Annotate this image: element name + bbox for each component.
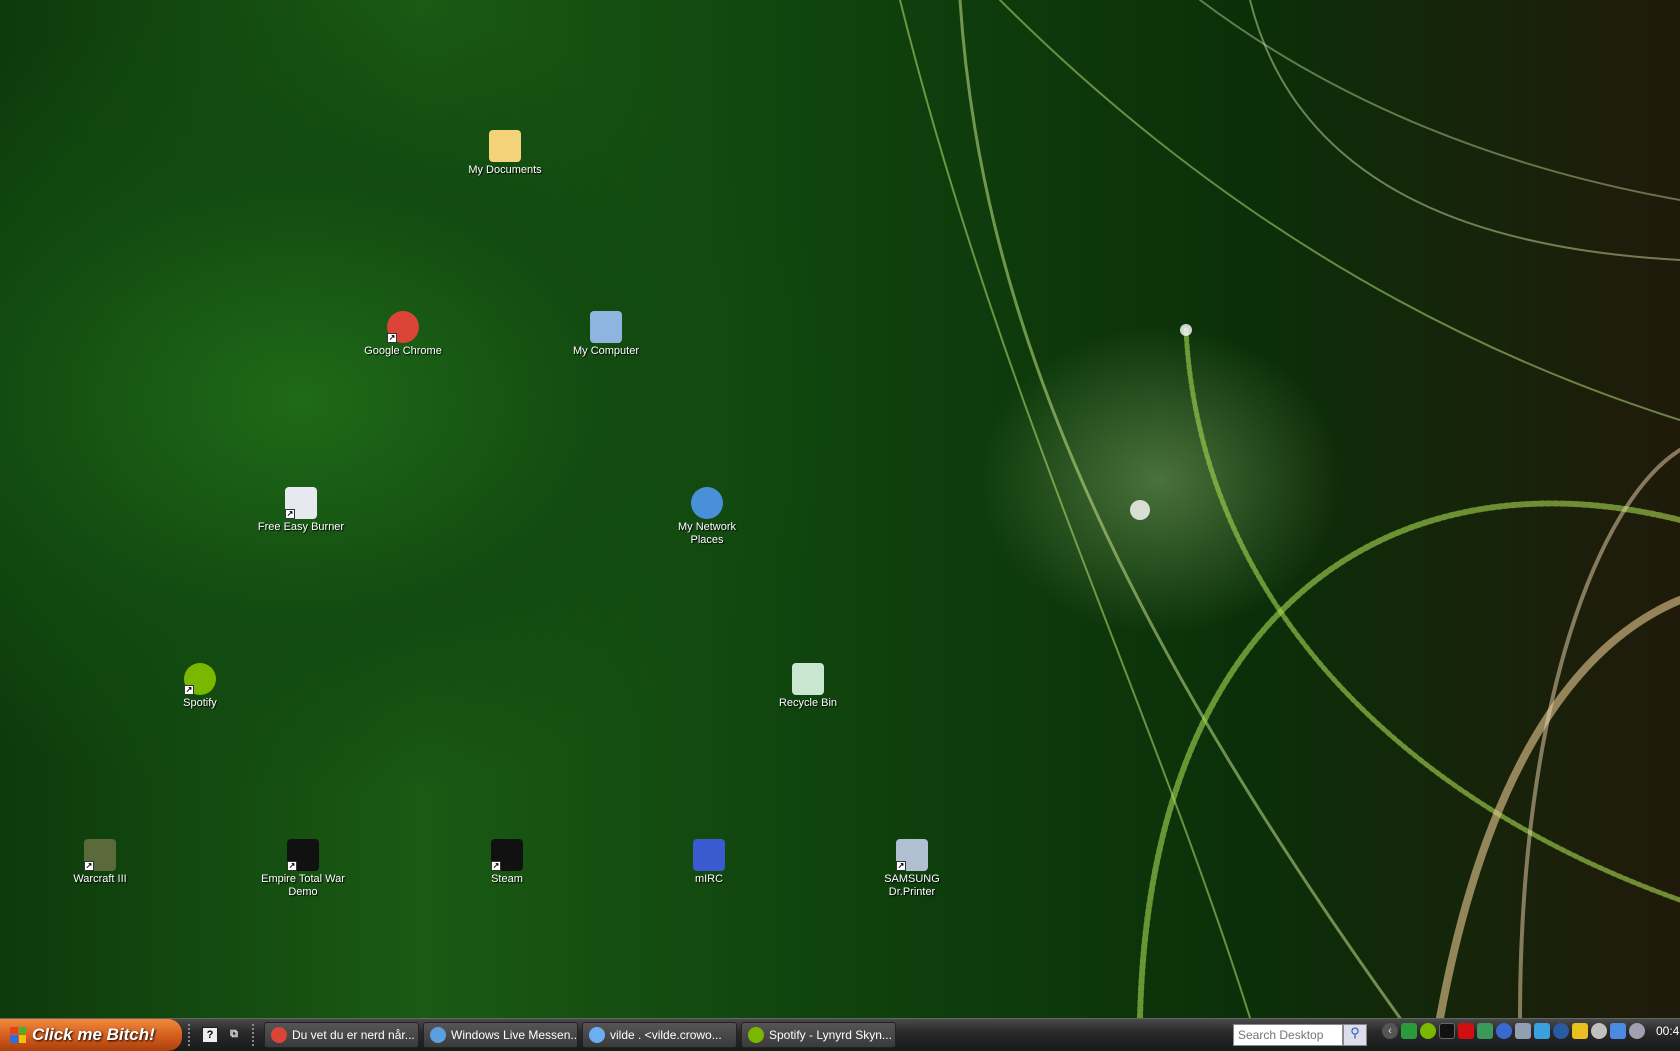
desktop-icon-warcraft-iii[interactable]: ↗ Warcraft III xyxy=(55,839,145,886)
shortcut-arrow-icon: ↗ xyxy=(287,861,297,871)
security-shield-icon[interactable] xyxy=(1572,1023,1588,1039)
desktop-icon-empire-total-war-demo[interactable]: ↗ Empire Total War Demo xyxy=(258,839,348,899)
desktop-icon-free-easy-burner[interactable]: ↗ Free Easy Burner xyxy=(256,487,346,534)
windows-logo-icon xyxy=(10,1026,26,1043)
help-icon[interactable]: ? xyxy=(202,1026,218,1043)
warcraft-icon: ↗ xyxy=(84,839,116,871)
utorrent-icon[interactable] xyxy=(1401,1023,1417,1039)
taskbar: Click me Bitch! ? ⧉ Du vet du er nerd nå… xyxy=(0,1018,1680,1051)
desktop-icon-mirc[interactable]: mIRC xyxy=(664,839,754,886)
network-icon xyxy=(691,487,723,519)
shortcut-arrow-icon: ↗ xyxy=(387,333,397,343)
icon-label: My Network Places xyxy=(677,521,737,546)
icon-label: Warcraft III xyxy=(73,873,127,885)
desktop-search: ⚲ xyxy=(1233,1024,1367,1046)
ati-icon[interactable] xyxy=(1458,1023,1474,1039)
task-label: Spotify - Lynyrd Skyn... xyxy=(769,1027,892,1042)
icon-label: Free Easy Burner xyxy=(257,521,345,533)
desktop-icon-samsung-dr-printer[interactable]: ↗ SAMSUNG Dr.Printer xyxy=(867,839,957,899)
icon-label: Empire Total War Demo xyxy=(261,873,345,898)
window-switch-icon[interactable]: ⧉ xyxy=(226,1027,242,1043)
toolbar-grip[interactable] xyxy=(252,1023,256,1046)
task-label: Du vet du er nerd når... xyxy=(292,1027,415,1042)
start-label: Click me Bitch! xyxy=(32,1024,155,1044)
avira-icon[interactable] xyxy=(1553,1023,1569,1039)
task-label: vilde . <vilde.crowo... xyxy=(610,1027,722,1042)
show-hidden-icons-chevron-icon[interactable]: ‹ xyxy=(1382,1023,1398,1039)
icon-label: Recycle Bin xyxy=(778,697,838,709)
icon-label: Spotify xyxy=(183,697,217,709)
search-desktop-input[interactable] xyxy=(1233,1024,1343,1046)
recycle-bin-icon xyxy=(792,663,824,695)
spotify-icon: ↗ xyxy=(184,663,216,695)
clock[interactable]: 00:48 xyxy=(1656,1024,1680,1038)
desktop-icon-spotify[interactable]: ↗ Spotify xyxy=(155,663,245,710)
icon-label: My Computer xyxy=(572,345,640,357)
shortcut-arrow-icon: ↗ xyxy=(491,861,501,871)
shortcut-arrow-icon: ↗ xyxy=(896,861,906,871)
printer-icon: ↗ xyxy=(896,839,928,871)
chrome-icon xyxy=(271,1026,287,1043)
burner-icon: ↗ xyxy=(285,487,317,519)
taskbar-button-chrome[interactable]: Du vet du er nerd når... xyxy=(264,1021,419,1048)
steam-icon: ↗ xyxy=(287,839,319,871)
desktop-icon-google-chrome[interactable]: ↗ Google Chrome xyxy=(358,311,448,358)
magnifier-icon[interactable] xyxy=(1591,1023,1607,1039)
toolbar-grip[interactable] xyxy=(188,1023,192,1046)
messenger-icon xyxy=(430,1026,446,1043)
search-icon[interactable]: ⚲ xyxy=(1343,1024,1367,1046)
spotify-icon[interactable] xyxy=(1420,1023,1436,1039)
mirc-icon xyxy=(693,839,725,871)
desktop-icon-my-computer[interactable]: My Computer xyxy=(561,311,651,358)
icon-label: My Documents xyxy=(468,164,542,176)
messenger-icon[interactable] xyxy=(1477,1023,1493,1039)
device-icon[interactable] xyxy=(1515,1023,1531,1039)
icon-label: Steam xyxy=(491,873,523,885)
wallpaper-curves xyxy=(899,0,1680,1018)
system-tray: ‹ 00:48 xyxy=(1382,1023,1680,1039)
network-connection-icon[interactable] xyxy=(1610,1023,1626,1039)
shortcut-arrow-icon: ↗ xyxy=(184,685,194,695)
task-label: Windows Live Messen... xyxy=(451,1027,578,1042)
desktop-icon-my-network-places[interactable]: My Network Places xyxy=(662,487,752,547)
taskbar-button-spotify[interactable]: Spotify - Lynyrd Skyn... xyxy=(741,1021,896,1048)
steam-icon: ↗ xyxy=(491,839,523,871)
shortcut-arrow-icon: ↗ xyxy=(285,509,295,519)
folder-documents-icon xyxy=(489,130,521,162)
desktop-icon-recycle-bin[interactable]: Recycle Bin xyxy=(763,663,853,710)
icon-label: Google Chrome xyxy=(364,345,442,357)
desktop[interactable]: My Documents ↗ Google Chrome My Computer … xyxy=(0,0,1680,1018)
volume-icon[interactable] xyxy=(1629,1023,1645,1039)
spotify-icon xyxy=(748,1026,764,1043)
chrome-icon: ↗ xyxy=(387,311,419,343)
taskbar-button-messenger[interactable]: Windows Live Messen... xyxy=(423,1021,578,1048)
network-icon[interactable] xyxy=(1534,1023,1550,1039)
search-icon[interactable] xyxy=(1496,1023,1512,1039)
computer-icon xyxy=(590,311,622,343)
desktop-icon-my-documents[interactable]: My Documents xyxy=(460,130,550,177)
desktop-icon-steam[interactable]: ↗ Steam xyxy=(462,839,552,886)
icon-label: mIRC xyxy=(694,873,724,885)
steam-icon[interactable] xyxy=(1439,1023,1455,1039)
shortcut-arrow-icon: ↗ xyxy=(84,861,94,871)
icon-label: SAMSUNG Dr.Printer xyxy=(884,873,940,898)
messenger-contact-icon xyxy=(589,1026,605,1043)
taskbar-button-conversation[interactable]: vilde . <vilde.crowo... xyxy=(582,1021,737,1048)
start-button[interactable]: Click me Bitch! xyxy=(0,1018,182,1051)
